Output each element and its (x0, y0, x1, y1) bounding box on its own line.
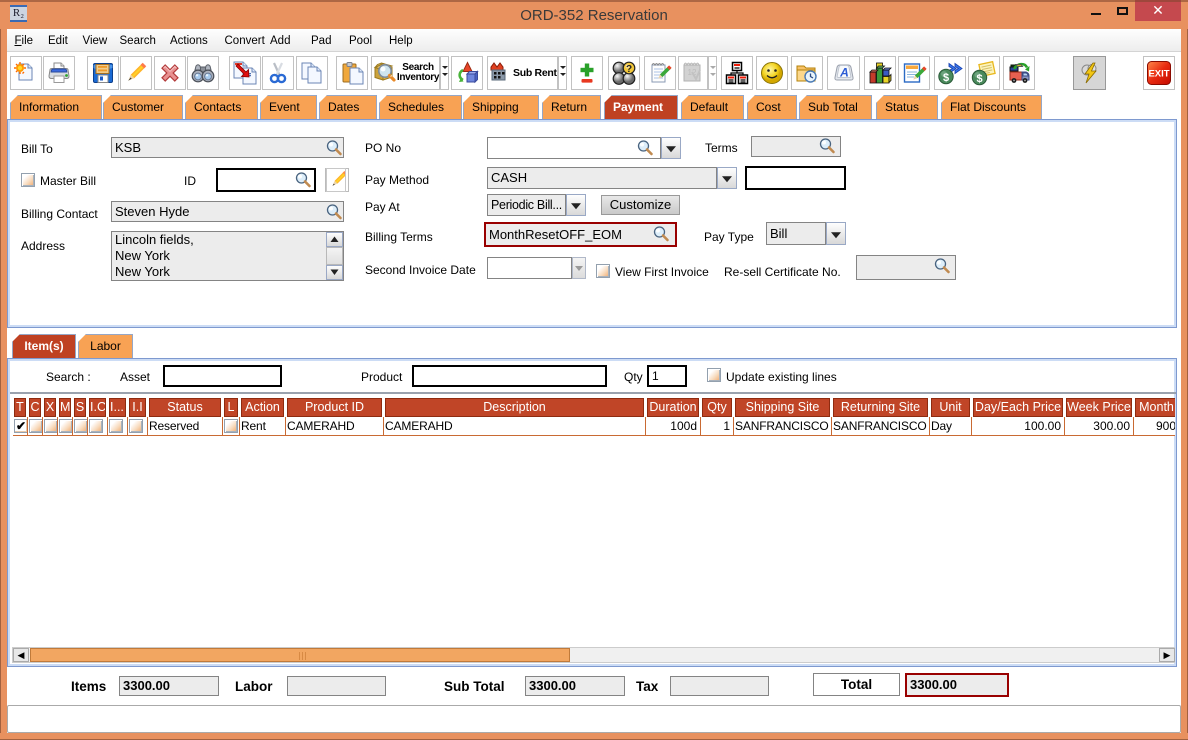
svg-text:?: ? (626, 64, 632, 75)
svg-text:$: $ (976, 73, 982, 85)
svg-text:EXIT: EXIT (1148, 69, 1169, 80)
svg-text:$: $ (943, 72, 949, 84)
svg-text:A: A (839, 66, 849, 80)
